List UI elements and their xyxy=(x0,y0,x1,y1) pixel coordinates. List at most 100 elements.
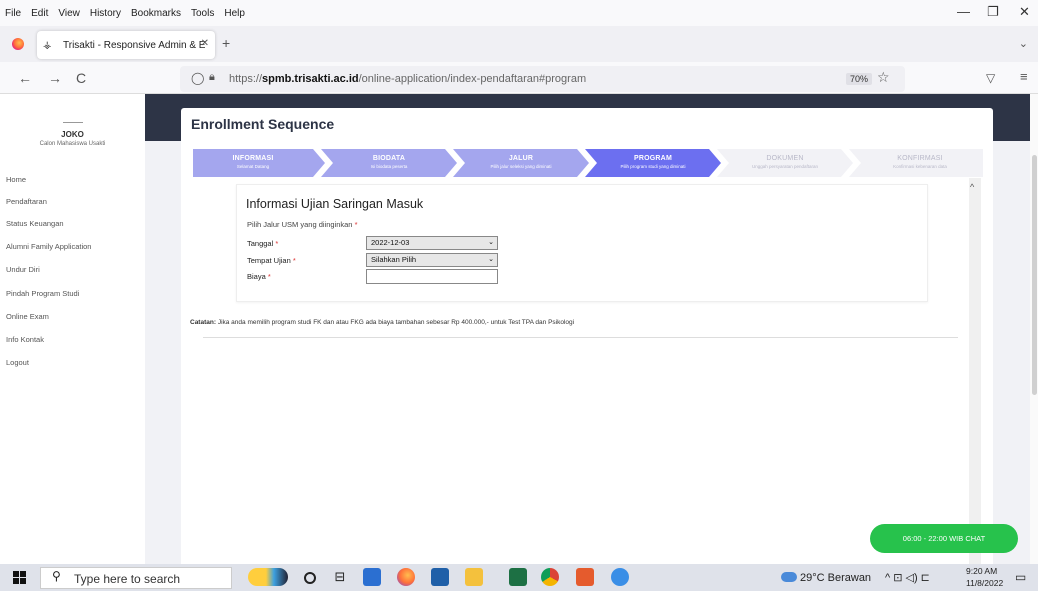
calculator-icon[interactable] xyxy=(431,568,449,586)
tanggal-label-text: Tanggal xyxy=(247,239,274,248)
biaya-label: Biaya * xyxy=(247,272,271,281)
step-dokumen[interactable]: DOKUMEN Unggah persyaratan pendaftaran xyxy=(725,149,845,177)
divider xyxy=(203,337,958,338)
url-text[interactable]: https://spmb.trisakti.ac.id/online-appli… xyxy=(229,73,586,85)
step-jalur[interactable]: JALUR Pilih jalur seleksi yang diminati xyxy=(461,149,581,177)
sidebar-divider xyxy=(63,122,83,123)
step-konfirmasi[interactable]: KONFIRMASI Konfirmasi kebenaran data xyxy=(857,149,983,177)
sidebar xyxy=(0,94,145,564)
note-body: Jika anda memilih program studi FK dan a… xyxy=(216,319,575,326)
required-mark: * xyxy=(267,272,271,281)
jalur-label: Pilih Jalur USM yang diinginkan * xyxy=(247,220,357,229)
step-informasi[interactable]: INFORMASI Selamat Datang xyxy=(193,149,313,177)
chat-button[interactable]: 06:00 - 22:00 WIB CHAT xyxy=(870,524,1018,553)
tempat-ujian-select[interactable]: Silahkan Pilih ⌄ xyxy=(366,253,498,267)
app-menu-icon[interactable]: ≡ xyxy=(1020,69,1028,84)
note-label: Catatan: xyxy=(190,319,217,326)
back-button[interactable]: ← xyxy=(18,70,32,86)
firefox-taskbar-icon[interactable] xyxy=(397,568,415,586)
step-program[interactable]: PROGRAM Pilih program studi yang diminat… xyxy=(593,149,713,177)
sidebar-item-undur-diri[interactable]: Undur Diri xyxy=(6,265,40,274)
sidebar-item-logout[interactable]: Logout xyxy=(6,358,29,367)
tempat-ujian-select-value: Silahkan Pilih xyxy=(371,255,417,264)
notification-icon[interactable]: ▭ xyxy=(1015,570,1026,584)
excel-icon[interactable] xyxy=(509,568,527,586)
lock-icon[interactable]: 🔒︎ xyxy=(209,71,215,84)
step-sub: Konfirmasi kebenaran data xyxy=(893,164,947,169)
restore-button[interactable]: ❐ xyxy=(987,4,999,20)
required-mark: * xyxy=(354,220,358,229)
bookmark-star-icon[interactable]: ☆ xyxy=(877,69,890,86)
file-explorer-icon[interactable] xyxy=(465,568,483,586)
step-sub: Unggah persyaratan pendaftaran xyxy=(751,164,819,169)
biaya-input[interactable] xyxy=(366,269,498,284)
sidebar-item-pendaftaran[interactable]: Pendaftaran xyxy=(6,197,47,206)
sidebar-item-pindah-program[interactable]: Pindah Program Studi xyxy=(6,289,79,298)
clock-time[interactable]: 9:20 AM xyxy=(966,566,997,576)
weather-text[interactable]: 29°C Berawan xyxy=(800,572,871,584)
list-all-tabs-icon[interactable]: ⌄ xyxy=(1019,37,1028,50)
step-title: JALUR xyxy=(508,155,534,162)
reload-button[interactable]: C xyxy=(76,70,86,86)
sidebar-item-info-kontak[interactable]: Info Kontak xyxy=(6,335,44,344)
url-prefix: https:// xyxy=(229,73,263,85)
biaya-label-text: Biaya xyxy=(247,272,266,281)
shield-icon[interactable]: ◯ xyxy=(191,71,204,85)
tab-trisakti[interactable]: ⚶ Trisakti - Responsive Admin & E ✕ xyxy=(37,31,215,59)
tempat-ujian-label: Tempat Ujian * xyxy=(247,256,296,265)
user-role: Calon Mahasiswa Usakti xyxy=(39,141,106,147)
menu-tools[interactable]: Tools xyxy=(186,8,219,19)
sidebar-item-online-exam[interactable]: Online Exam xyxy=(6,312,49,321)
paint-icon[interactable] xyxy=(611,568,629,586)
inner-scrollbar[interactable] xyxy=(969,178,981,564)
search-icon: ⚲ xyxy=(52,569,61,583)
cloud-icon xyxy=(781,572,797,582)
clock-date[interactable]: 11/8/2022 xyxy=(966,578,1003,588)
store-icon[interactable] xyxy=(363,568,381,586)
enrollment-card xyxy=(181,108,993,568)
new-tab-button[interactable]: + xyxy=(222,35,230,51)
sidebar-item-status-keuangan[interactable]: Status Keuangan xyxy=(6,219,64,228)
url-host: spmb.trisakti.ac.id xyxy=(262,73,359,85)
menu-view[interactable]: View xyxy=(53,8,85,19)
system-tray-icons[interactable]: ^ ⊡ ◁) ⊏ xyxy=(885,571,930,584)
tempat-ujian-label-text: Tempat Ujian xyxy=(247,256,291,265)
step-biodata[interactable]: BIODATA Isi biodata peserta xyxy=(329,149,449,177)
required-mark: * xyxy=(292,256,296,265)
jalur-label-text: Pilih Jalur USM yang diinginkan xyxy=(247,220,353,229)
minimize-button[interactable]: — xyxy=(957,4,970,19)
panel-title: Informasi Ujian Saringan Masuk xyxy=(246,197,424,211)
menu-file[interactable]: File xyxy=(0,8,26,19)
menu-bookmarks[interactable]: Bookmarks xyxy=(126,8,186,19)
menu-edit[interactable]: Edit xyxy=(26,8,53,19)
page-scrollbar-thumb[interactable] xyxy=(1032,155,1037,395)
cortana-icon[interactable] xyxy=(304,572,316,584)
step-title: PROGRAM xyxy=(634,155,672,162)
scroll-up-icon[interactable]: ^ xyxy=(970,182,974,192)
forward-button[interactable]: → xyxy=(48,70,62,86)
chevron-down-icon: ⌄ xyxy=(488,239,494,246)
chrome-icon[interactable] xyxy=(541,568,559,586)
step-sub: Pilih jalur seleksi yang diminati xyxy=(490,164,552,169)
close-window-button[interactable]: ✕ xyxy=(1019,4,1030,20)
menu-help[interactable]: Help xyxy=(219,8,250,19)
step-sub: Pilih program studi yang diminati xyxy=(620,164,686,169)
sidebar-item-home[interactable]: Home xyxy=(6,175,26,184)
widgets-icon[interactable] xyxy=(248,568,288,586)
tab-title: Trisakti - Responsive Admin & E xyxy=(63,39,206,51)
task-view-icon[interactable]: ⊟ xyxy=(331,568,349,586)
app-icon[interactable] xyxy=(576,568,594,586)
windows-start-icon[interactable] xyxy=(13,571,26,584)
tab-close-icon[interactable]: ✕ xyxy=(201,38,209,49)
tanggal-select[interactable]: 2022-12-03 ⌄ xyxy=(366,236,498,250)
step-title: INFORMASI xyxy=(232,155,274,162)
step-title: BIODATA xyxy=(372,155,406,162)
sidebar-item-alumni-family[interactable]: Alumni Family Application xyxy=(6,242,91,251)
zoom-level-badge[interactable]: 70% xyxy=(846,73,873,85)
step-title: KONFIRMASI xyxy=(897,155,943,162)
pocket-icon[interactable]: ▽ xyxy=(986,71,995,85)
firefox-logo-icon xyxy=(12,38,24,50)
tanggal-select-value: 2022-12-03 xyxy=(371,238,410,247)
taskbar-search-placeholder[interactable]: Type here to search xyxy=(74,572,180,586)
menu-history[interactable]: History xyxy=(85,8,126,19)
